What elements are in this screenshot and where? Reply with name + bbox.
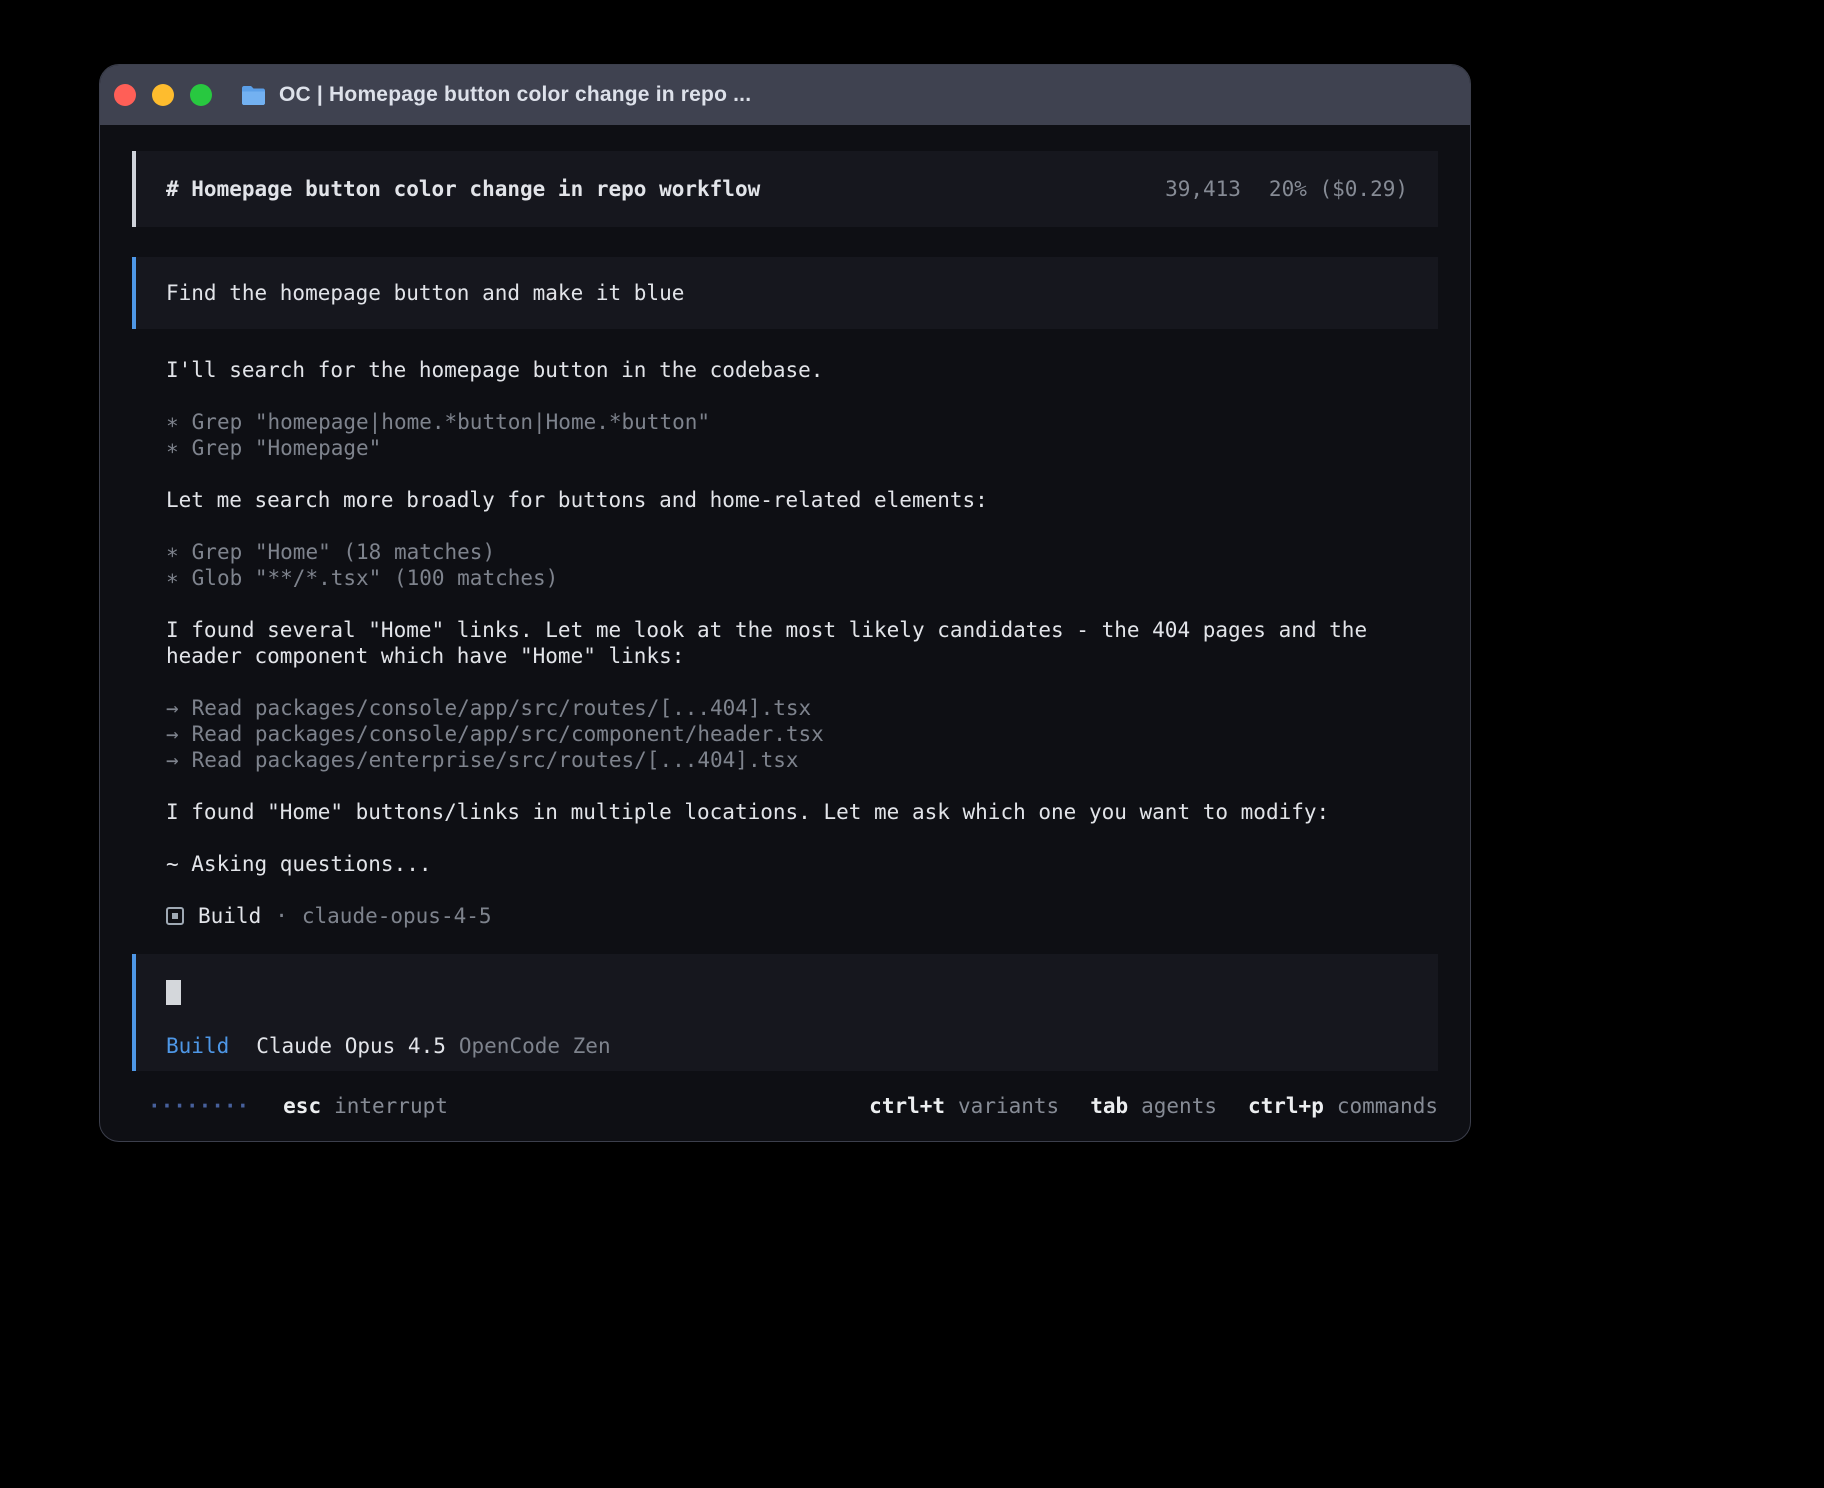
session-header: # Homepage button color change in repo w… <box>132 151 1438 227</box>
tool-call-line: ∗ Glob "**/*.tsx" (100 matches) <box>166 565 1440 591</box>
agent-model-label: claude-opus-4-5 <box>302 903 492 929</box>
separator-dot: · <box>275 903 288 929</box>
window-title: OC | Homepage button color change in rep… <box>279 83 751 107</box>
input-model-label[interactable]: Claude Opus 4.5 <box>256 1033 446 1059</box>
agent-mode-label: Build <box>198 903 261 929</box>
input-status-row: Build Claude Opus 4.5 OpenCode Zen <box>166 1033 1408 1059</box>
tool-call-group: → Read packages/console/app/src/routes/[… <box>166 695 1440 773</box>
interrupt-hint: esc interrupt <box>283 1093 448 1119</box>
context-usage: 20% ($0.29) <box>1269 176 1408 202</box>
commands-hint: ctrl+p commands <box>1248 1093 1438 1119</box>
agent-mode-icon <box>166 907 184 925</box>
tool-call-line: → Read packages/enterprise/src/routes/[.… <box>166 747 1440 773</box>
agent-status-row: Build · claude-opus-4-5 <box>166 903 1440 929</box>
minimize-button[interactable] <box>152 84 174 106</box>
tool-call-text: Grep "Home" (18 matches) <box>192 539 495 565</box>
tool-call-line: → Read packages/console/app/src/routes/[… <box>166 695 1440 721</box>
read-arrow-icon: → <box>166 747 179 773</box>
tool-call-text: Glob "**/*.tsx" (100 matches) <box>192 565 559 591</box>
tool-call-group: ∗ Grep "homepage|home.*button|Home.*butt… <box>166 409 1440 461</box>
tool-call-text: Read packages/enterprise/src/routes/[...… <box>192 747 799 773</box>
user-message: Find the homepage button and make it blu… <box>132 257 1438 329</box>
close-button[interactable] <box>114 84 136 106</box>
tool-call-text: Read packages/console/app/src/routes/[..… <box>192 695 812 721</box>
status-line: ~ Asking questions... <box>166 851 1440 877</box>
input-provider-label: OpenCode Zen <box>459 1033 611 1059</box>
token-count: 39,413 <box>1165 176 1241 202</box>
text-cursor <box>166 980 181 1005</box>
window-titlebar[interactable]: OC | Homepage button color change in rep… <box>100 65 1470 125</box>
shortcut-label: commands <box>1337 1093 1438 1119</box>
assistant-paragraph: Let me search more broadly for buttons a… <box>166 487 1440 513</box>
footer-left: ········ esc interrupt <box>132 1093 448 1119</box>
tool-call-line: ∗ Grep "Home" (18 matches) <box>166 539 1440 565</box>
traffic-lights <box>114 84 212 106</box>
zoom-button[interactable] <box>190 84 212 106</box>
status-footer: ········ esc interrupt ctrl+t variants t… <box>132 1093 1438 1119</box>
tool-bullet-icon: ∗ <box>166 435 179 461</box>
terminal-window: OC | Homepage button color change in rep… <box>99 64 1471 1142</box>
tool-call-text: Grep "Homepage" <box>192 435 382 461</box>
tool-call-text: Read packages/console/app/src/component/… <box>192 721 824 747</box>
tool-bullet-icon: ∗ <box>166 565 179 591</box>
shortcut-label: variants <box>958 1093 1059 1119</box>
tool-call-group: ∗ Grep "Home" (18 matches) ∗ Glob "**/*.… <box>166 539 1440 591</box>
window-title-area: OC | Homepage button color change in rep… <box>240 83 751 107</box>
interrupt-label: interrupt <box>334 1093 448 1119</box>
transcript: I'll search for the homepage button in t… <box>166 357 1440 929</box>
folder-icon <box>240 85 267 106</box>
assistant-paragraph: I found "Home" buttons/links in multiple… <box>166 799 1440 825</box>
tool-bullet-icon: ∗ <box>166 539 179 565</box>
assistant-paragraph: I found several "Home" links. Let me loo… <box>166 617 1440 669</box>
read-arrow-icon: → <box>166 721 179 747</box>
working-dots: ········ <box>148 1093 249 1119</box>
session-title: # Homepage button color change in repo w… <box>166 176 760 202</box>
input-mode-label[interactable]: Build <box>166 1033 229 1059</box>
terminal-body: # Homepage button color change in repo w… <box>100 125 1470 1141</box>
user-message-text: Find the homepage button and make it blu… <box>166 281 684 305</box>
agents-hint: tab agents <box>1090 1093 1217 1119</box>
variants-hint: ctrl+t variants <box>869 1093 1059 1119</box>
shortcut-key: ctrl+p <box>1248 1093 1324 1119</box>
prompt-input-box[interactable]: Build Claude Opus 4.5 OpenCode Zen <box>132 954 1438 1071</box>
tool-call-line: ∗ Grep "homepage|home.*button|Home.*butt… <box>166 409 1440 435</box>
footer-shortcuts: ctrl+t variants tab agents ctrl+p comman… <box>869 1093 1438 1119</box>
tool-call-line: → Read packages/console/app/src/componen… <box>166 721 1440 747</box>
session-stats: 39,413 20% ($0.29) <box>1165 176 1408 202</box>
shortcut-key: tab <box>1090 1093 1128 1119</box>
read-arrow-icon: → <box>166 695 179 721</box>
shortcut-label: agents <box>1141 1093 1217 1119</box>
esc-key-hint: esc <box>283 1093 321 1119</box>
tool-call-line: ∗ Grep "Homepage" <box>166 435 1440 461</box>
tool-bullet-icon: ∗ <box>166 409 179 435</box>
shortcut-key: ctrl+t <box>869 1093 945 1119</box>
tool-call-text: Grep "homepage|home.*button|Home.*button… <box>192 409 710 435</box>
assistant-paragraph: I'll search for the homepage button in t… <box>166 357 1440 383</box>
